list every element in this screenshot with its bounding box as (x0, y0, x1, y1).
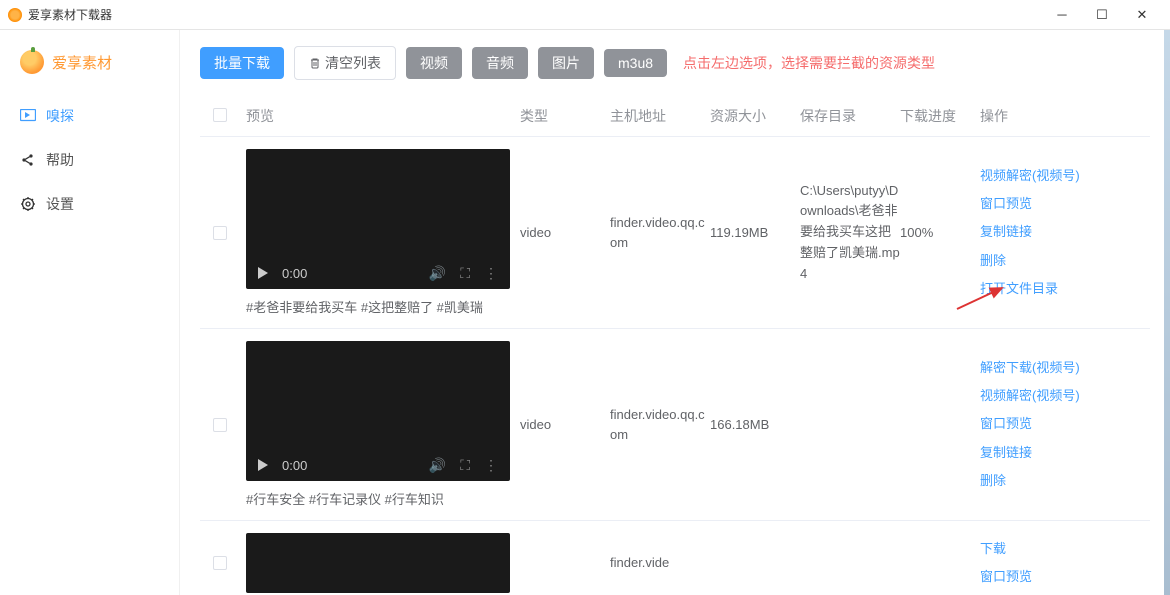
nav-label: 帮助 (46, 150, 74, 170)
op-preview[interactable]: 窗口预览 (980, 566, 1150, 588)
table-header: 预览 类型 主机地址 资源大小 保存目录 下载进度 操作 (200, 96, 1150, 137)
row-checkbox[interactable] (213, 418, 227, 432)
filter-hint: 点击左边选项，选择需要拦截的资源类型 (683, 53, 935, 73)
video-preview[interactable]: 0:00 🔊 ⛶ ⋮ (246, 149, 510, 289)
table-row: 0:00 🔊 ⛶ ⋮ #行车安全 #行车记录仪 #行车知识 video find… (200, 329, 1150, 521)
nav-settings[interactable]: 设置 (0, 182, 179, 226)
fullscreen-icon[interactable]: ⛶ (460, 265, 470, 282)
filter-image-button[interactable]: 图片 (538, 47, 594, 79)
table-row: finder.vide 下载 窗口预览 (200, 521, 1150, 595)
op-preview[interactable]: 窗口预览 (980, 413, 1150, 435)
volume-icon[interactable]: 🔊 (429, 457, 446, 474)
filter-video-button[interactable]: 视频 (406, 47, 462, 79)
volume-icon[interactable]: 🔊 (429, 265, 446, 282)
logo: 爱享素材 (0, 50, 179, 94)
op-preview[interactable]: 窗口预览 (980, 193, 1150, 215)
main-content: 批量下载 清空列表 视频 音频 图片 m3u8 点击左边选项，选择需要拦截的资源… (180, 30, 1170, 595)
filter-m3u8-button[interactable]: m3u8 (604, 49, 667, 77)
type-cell: video (520, 149, 610, 316)
op-open-folder[interactable]: 打开文件目录 (980, 278, 1150, 300)
op-copy[interactable]: 复制链接 (980, 221, 1150, 243)
op-decrypt-download[interactable]: 解密下载(视频号) (980, 357, 1150, 379)
play-icon[interactable] (258, 267, 268, 279)
sniff-icon (20, 108, 36, 124)
resource-table: 预览 类型 主机地址 资源大小 保存目录 下载进度 操作 0:00 (200, 96, 1150, 595)
logo-text: 爱享素材 (52, 52, 112, 73)
window-controls: ─ ☐ ✕ (1042, 1, 1162, 29)
clear-list-button[interactable]: 清空列表 (294, 46, 396, 80)
minimize-button[interactable]: ─ (1042, 1, 1082, 29)
gear-icon (20, 196, 36, 212)
progress-cell (900, 533, 980, 593)
op-copy[interactable]: 复制链接 (980, 442, 1150, 464)
nav-sniff[interactable]: 嗅探 (0, 94, 179, 138)
sidebar: 爱享素材 嗅探 帮助 设置 (0, 30, 180, 595)
type-cell (520, 533, 610, 593)
nav-label: 嗅探 (46, 106, 74, 126)
filter-audio-button[interactable]: 音频 (472, 47, 528, 79)
video-caption: #老爸非要给我买车 #这把整赔了 #凯美瑞 (246, 297, 520, 316)
col-preview: 预览 (240, 106, 520, 126)
maximize-button[interactable]: ☐ (1082, 1, 1122, 29)
row-checkbox[interactable] (213, 226, 227, 240)
toolbar: 批量下载 清空列表 视频 音频 图片 m3u8 点击左边选项，选择需要拦截的资源… (200, 46, 1150, 80)
progress-cell (900, 341, 980, 508)
op-decrypt[interactable]: 视频解密(视频号) (980, 165, 1150, 187)
help-icon (20, 152, 36, 168)
size-cell (710, 533, 800, 593)
play-icon[interactable] (258, 459, 268, 471)
path-cell (800, 341, 900, 508)
host-cell: finder.video.qq.com (610, 149, 710, 316)
path-cell (800, 533, 900, 593)
video-caption: #行车安全 #行车记录仪 #行车知识 (246, 489, 520, 508)
video-preview[interactable]: 0:00 🔊 ⛶ ⋮ (246, 341, 510, 481)
size-cell: 166.18MB (710, 341, 800, 508)
trash-icon (309, 57, 321, 69)
video-time: 0:00 (282, 458, 307, 473)
nav-label: 设置 (46, 194, 74, 214)
type-cell: video (520, 341, 610, 508)
logo-icon (20, 50, 44, 74)
row-checkbox[interactable] (213, 556, 227, 570)
batch-download-button[interactable]: 批量下载 (200, 47, 284, 79)
window-title: 爱享素材下载器 (28, 6, 1042, 23)
host-cell: finder.video.qq.com (610, 341, 710, 508)
fullscreen-icon[interactable]: ⛶ (460, 457, 470, 474)
select-all-checkbox[interactable] (213, 108, 227, 122)
close-button[interactable]: ✕ (1122, 1, 1162, 29)
op-download[interactable]: 下载 (980, 538, 1150, 560)
table-row: 0:00 🔊 ⛶ ⋮ #老爸非要给我买车 #这把整赔了 #凯美瑞 video f… (200, 137, 1150, 329)
col-size: 资源大小 (710, 106, 800, 126)
col-type: 类型 (520, 106, 610, 126)
more-icon[interactable]: ⋮ (484, 265, 498, 282)
op-decrypt[interactable]: 视频解密(视频号) (980, 385, 1150, 407)
video-time: 0:00 (282, 266, 307, 281)
col-host: 主机地址 (610, 106, 710, 126)
video-preview[interactable] (246, 533, 510, 593)
app-icon (8, 8, 22, 22)
size-cell: 119.19MB (710, 149, 800, 316)
col-path: 保存目录 (800, 106, 900, 126)
col-progress: 下载进度 (900, 106, 980, 126)
background-strip (1164, 30, 1170, 595)
path-cell: C:\Users\putyy\Downloads\老爸非要给我买车这把整赔了凯美… (800, 149, 900, 316)
op-delete[interactable]: 删除 (980, 470, 1150, 492)
more-icon[interactable]: ⋮ (484, 457, 498, 474)
host-cell: finder.vide (610, 533, 710, 593)
col-ops: 操作 (980, 106, 1150, 126)
nav-help[interactable]: 帮助 (0, 138, 179, 182)
op-delete[interactable]: 删除 (980, 250, 1150, 272)
progress-cell: 100% (900, 149, 980, 316)
titlebar: 爱享素材下载器 ─ ☐ ✕ (0, 0, 1170, 30)
